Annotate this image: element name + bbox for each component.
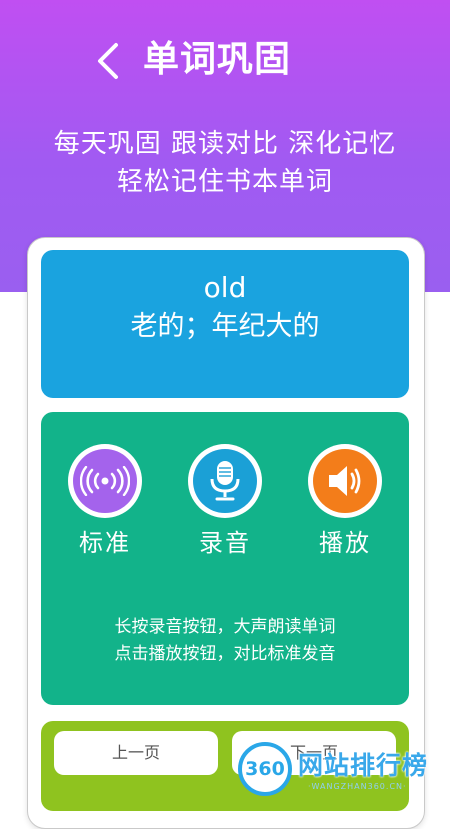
instruction-line-1: 长按录音按钮，大声朗读单词 (114, 617, 336, 637)
watermark-text: 网站排行榜 (298, 751, 429, 780)
record-button[interactable]: 录音 (175, 444, 275, 558)
play-label: 播放 (319, 529, 371, 557)
app-header: 单词巩固 (0, 26, 450, 96)
record-ring (188, 444, 262, 518)
watermark: 360 网站排行榜 ·WANGZHAN360.CN· (238, 742, 448, 800)
watermark-subtext: ·WANGZHAN360.CN· (308, 782, 407, 791)
instructions: 长按录音按钮，大声朗读单词 点击播放按钮，对比标准发音 (41, 614, 409, 668)
banner-line-2: 轻松记住书本单词 (116, 167, 333, 197)
standard-button[interactable]: 标准 (55, 444, 155, 558)
standard-label: 标准 (79, 529, 131, 557)
standard-ring (68, 444, 142, 518)
record-label: 录音 (199, 529, 251, 557)
play-button[interactable]: 播放 (295, 444, 395, 558)
word-panel: old 老的；年纪大的 (41, 250, 409, 398)
word-english: old (203, 271, 247, 304)
standard-inner (73, 449, 137, 513)
practice-panel: 标准 录音 播放 长按录音按钮，大声朗读单词 点击播放按钮，对比标准发音 (41, 412, 409, 705)
instruction-line-2: 点击播放按钮，对比标准发音 (114, 644, 336, 664)
play-inner (313, 449, 377, 513)
page-title: 单词巩固 (143, 39, 292, 80)
play-ring (308, 444, 382, 518)
banner-line-1: 每天巩固 跟读对比 深化记忆 (53, 129, 397, 159)
banner-subtitle: 每天巩固 跟读对比 深化记忆 轻松记住书本单词 (0, 125, 450, 201)
chevron-left-icon[interactable] (92, 40, 124, 82)
broadcast-icon (80, 466, 130, 496)
record-inner (193, 449, 257, 513)
word-chinese: 老的；年纪大的 (130, 311, 320, 342)
previous-page-button[interactable]: 上一页 (54, 731, 218, 775)
watermark-logo: 360 (238, 742, 292, 796)
speaker-icon (329, 466, 361, 496)
microphone-icon (210, 461, 240, 501)
